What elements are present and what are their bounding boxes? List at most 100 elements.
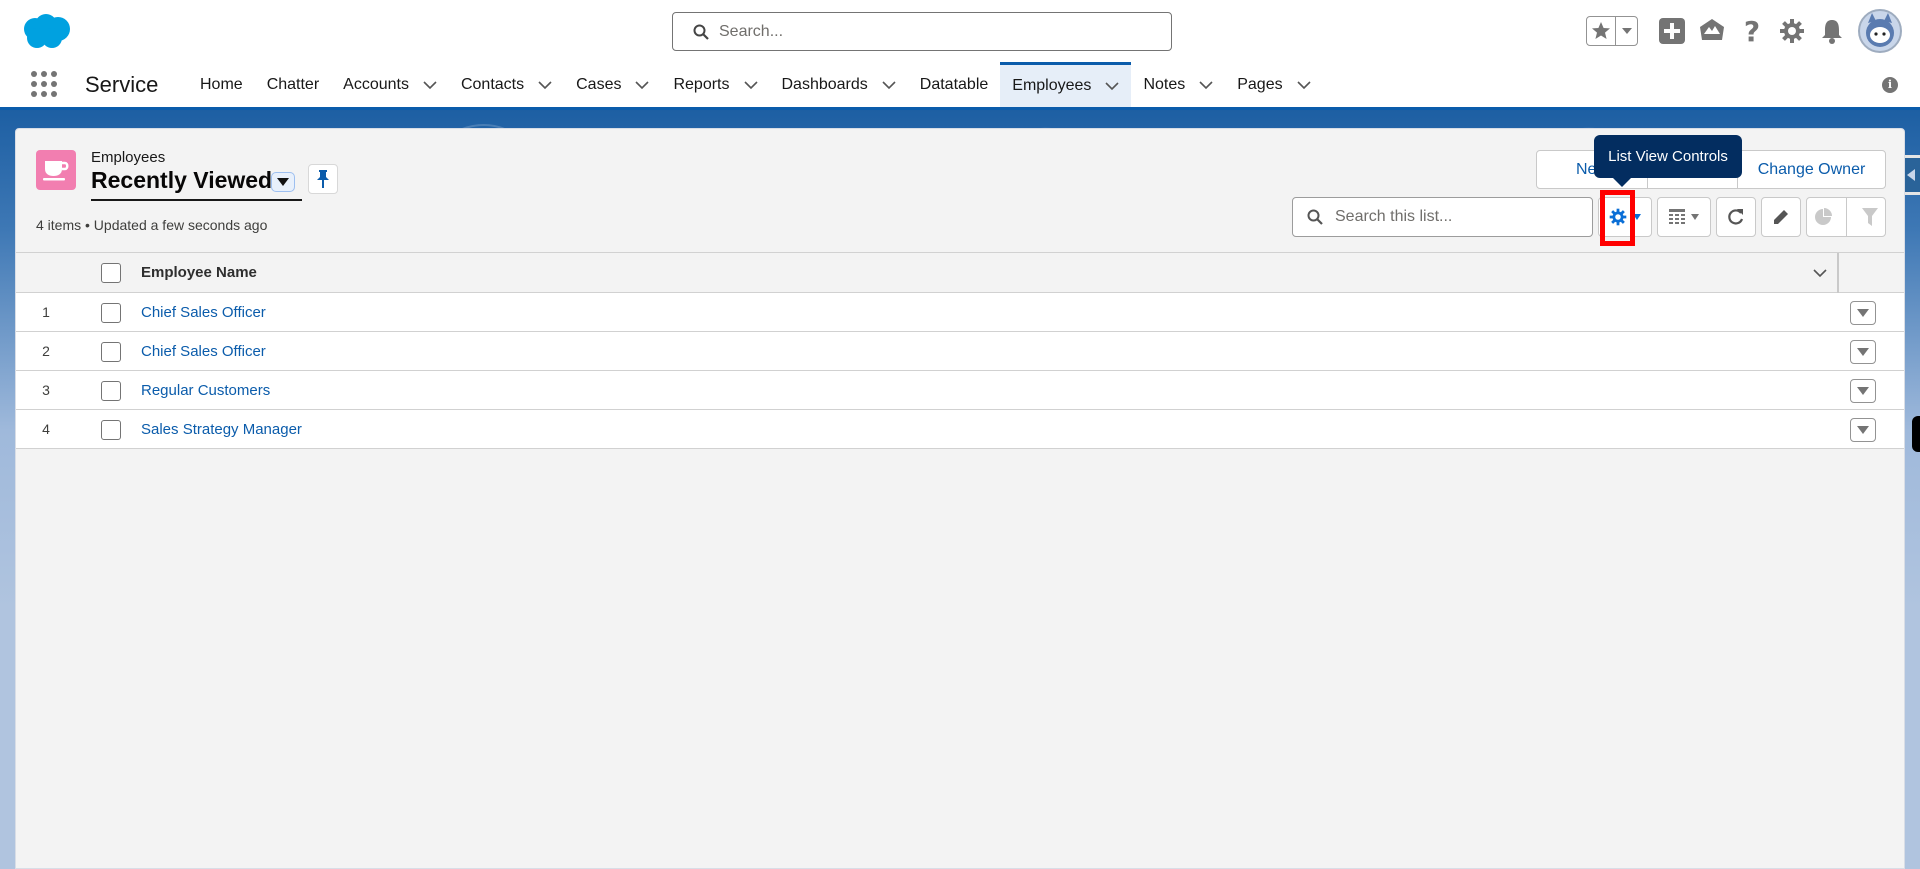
row-actions-button[interactable] <box>1850 340 1876 364</box>
list-view-switcher-button[interactable] <box>271 172 295 192</box>
global-actions-plus-icon[interactable] <box>1652 11 1692 51</box>
global-search-input[interactable]: Search... <box>672 12 1172 51</box>
employees-object-icon <box>36 150 76 190</box>
search-this-list-input[interactable]: Search this list... <box>1292 197 1593 237</box>
row-number: 1 <box>42 304 50 320</box>
app-name: Service <box>85 72 159 97</box>
caret-down-icon <box>1857 309 1869 317</box>
side-handle[interactable] <box>1912 416 1920 452</box>
chevron-down-icon[interactable] <box>1199 78 1213 92</box>
row-number: 2 <box>42 343 50 359</box>
charts-filter-button-group <box>1806 197 1886 237</box>
nav-tab-label: Dashboards <box>781 75 868 93</box>
header-utility-icons: ? <box>1586 8 1920 54</box>
nav-tab-notes[interactable]: Notes <box>1131 62 1225 107</box>
filter-icon[interactable] <box>1861 208 1878 226</box>
search-icon <box>693 24 709 40</box>
row-actions-button[interactable] <box>1850 301 1876 325</box>
nav-tab-label: Accounts <box>343 75 409 93</box>
employees-table: Employee Name 1 Chief Sales Officer 2 Ch… <box>16 252 1904 449</box>
caret-down-icon <box>1857 426 1869 434</box>
nav-tab-contacts[interactable]: Contacts <box>449 62 564 107</box>
column-divider[interactable] <box>1837 253 1839 293</box>
chevron-down-icon[interactable] <box>1297 78 1311 92</box>
nav-tab-label: Cases <box>576 75 622 93</box>
row-checkbox[interactable] <box>101 420 121 440</box>
nav-tab-datatable[interactable]: Datatable <box>908 62 1001 107</box>
nav-tab-employees[interactable]: Employees <box>1000 62 1132 107</box>
app-launcher-icon[interactable] <box>30 70 58 98</box>
row-checkbox[interactable] <box>101 342 121 362</box>
nav-tab-chatter[interactable]: Chatter <box>255 62 331 107</box>
chevron-down-icon[interactable] <box>423 78 437 92</box>
row-number: 4 <box>42 421 50 437</box>
object-label: Employees <box>91 149 166 166</box>
global-search-placeholder: Search... <box>719 22 784 40</box>
nav-tab-pages[interactable]: Pages <box>1225 62 1322 107</box>
employee-name-link[interactable]: Chief Sales Officer <box>141 343 266 360</box>
pin-icon <box>317 170 329 188</box>
highlight-box <box>1600 190 1635 246</box>
pencil-icon <box>1774 210 1788 224</box>
trailhead-icon[interactable] <box>1692 11 1732 51</box>
nav-tab-label: Home <box>200 75 243 93</box>
nav-tab-home[interactable]: Home <box>188 62 255 107</box>
table-row: 3 Regular Customers <box>16 371 1904 410</box>
row-checkbox[interactable] <box>101 303 121 323</box>
notifications-bell-icon[interactable] <box>1812 11 1852 51</box>
row-number: 3 <box>42 382 50 398</box>
column-menu-chevron-icon[interactable] <box>1812 265 1828 281</box>
employee-name-link[interactable]: Sales Strategy Manager <box>141 421 302 438</box>
nav-tab-label: Employees <box>1012 77 1092 94</box>
app-navigation-bar: Service Home Chatter Accounts Contacts C… <box>0 62 1920 110</box>
table-row: 1 Chief Sales Officer <box>16 293 1904 332</box>
pin-list-view-button[interactable] <box>308 164 338 194</box>
refresh-button[interactable] <box>1716 197 1756 237</box>
favorites-star-icon[interactable] <box>1587 17 1615 45</box>
favorites-button-group <box>1586 16 1638 46</box>
chevron-down-icon[interactable] <box>635 78 650 92</box>
nav-tab-cases[interactable]: Cases <box>564 62 661 107</box>
salesforce-logo[interactable] <box>20 13 72 49</box>
nav-tab-label: Notes <box>1143 75 1186 93</box>
setup-gear-icon[interactable] <box>1772 11 1812 51</box>
table-row: 4 Sales Strategy Manager <box>16 410 1904 449</box>
display-as-button[interactable] <box>1657 197 1711 237</box>
employee-name-link[interactable]: Regular Customers <box>141 382 270 399</box>
nav-tab-accounts[interactable]: Accounts <box>331 62 449 107</box>
help-icon[interactable]: ? <box>1732 11 1772 51</box>
nav-tab-label: Chatter <box>266 75 320 93</box>
favorites-dropdown-icon[interactable] <box>1615 17 1637 45</box>
table-header: Employee Name <box>16 252 1904 293</box>
search-list-placeholder: Search this list... <box>1335 208 1453 225</box>
list-view-card: Employees Recently Viewed 4 items • Upda… <box>15 128 1905 869</box>
row-actions-button[interactable] <box>1850 379 1876 403</box>
chart-icon[interactable] <box>1814 208 1833 226</box>
global-header: Search... ? <box>0 0 1920 62</box>
chevron-down-icon[interactable] <box>538 78 552 92</box>
nav-tab-reports[interactable]: Reports <box>661 62 769 107</box>
change-owner-button[interactable]: Change Owner <box>1737 151 1885 188</box>
chevron-down-icon[interactable] <box>743 78 758 92</box>
caret-down-icon <box>277 178 289 186</box>
table-row: 2 Chief Sales Officer <box>16 332 1904 371</box>
search-icon <box>1307 209 1323 225</box>
caret-down-icon <box>1691 214 1699 220</box>
list-view-controls-tooltip: List View Controls <box>1594 135 1742 187</box>
collapse-left-icon <box>1906 169 1915 181</box>
chevron-down-icon[interactable] <box>1105 79 1120 93</box>
user-avatar[interactable] <box>1858 9 1902 53</box>
nav-tab-label: Pages <box>1237 75 1283 93</box>
caret-down-icon <box>1857 348 1869 356</box>
nav-tab-dashboards[interactable]: Dashboards <box>770 62 908 107</box>
employee-name-link[interactable]: Chief Sales Officer <box>141 304 266 321</box>
nav-tab-label: Contacts <box>460 75 525 93</box>
info-icon[interactable]: i <box>1882 77 1898 93</box>
table-icon <box>1669 209 1685 224</box>
chevron-down-icon[interactable] <box>882 78 896 92</box>
row-actions-button[interactable] <box>1850 418 1876 442</box>
edit-list-button[interactable] <box>1761 197 1801 237</box>
column-header-employee-name[interactable]: Employee Name <box>141 264 257 281</box>
select-all-checkbox[interactable] <box>101 263 121 283</box>
row-checkbox[interactable] <box>101 381 121 401</box>
